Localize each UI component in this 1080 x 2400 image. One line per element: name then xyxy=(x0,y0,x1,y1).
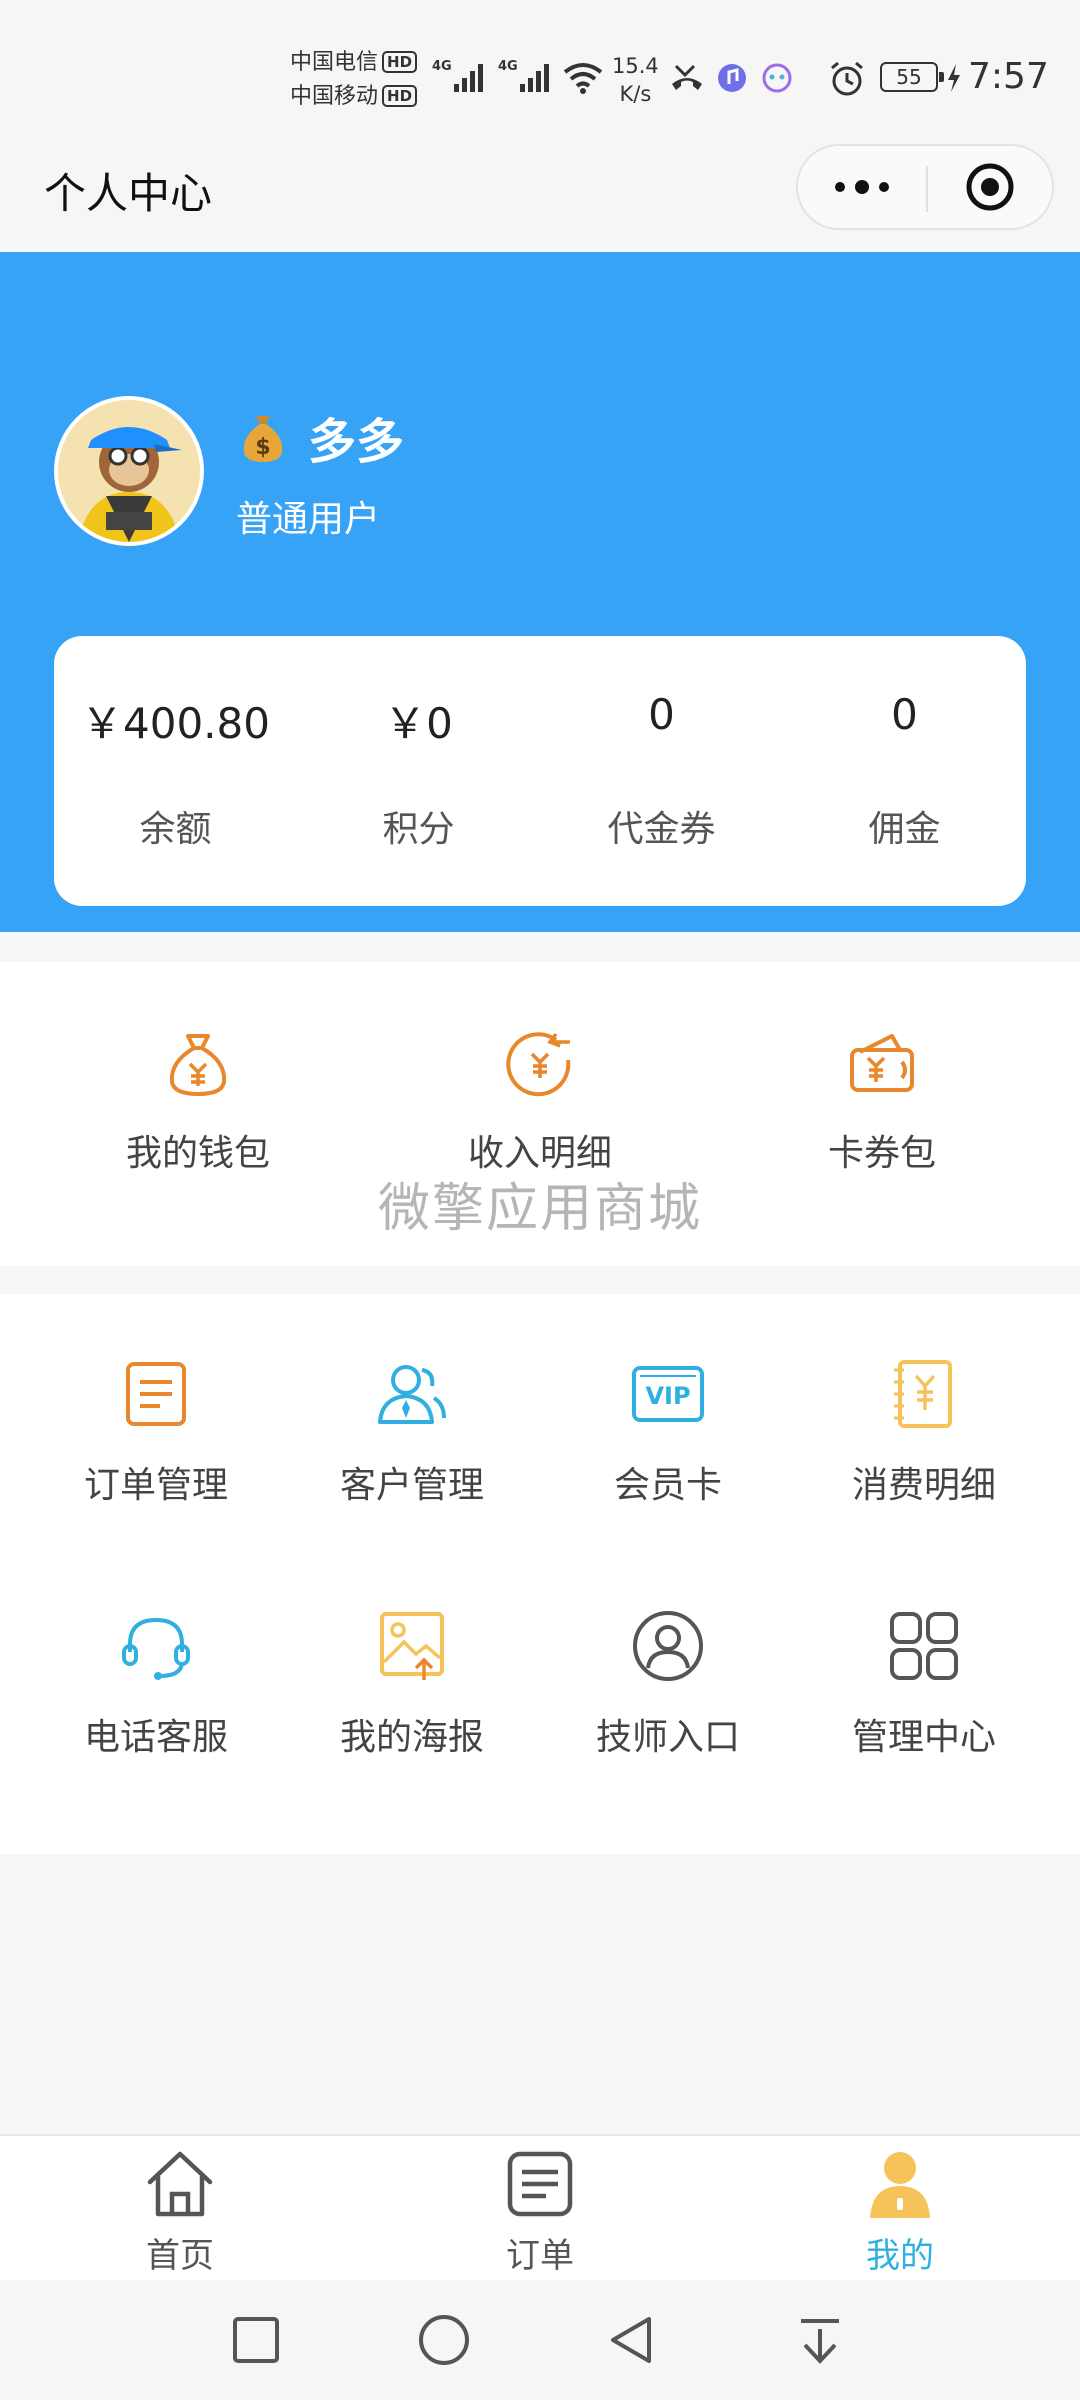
headset-icon xyxy=(122,1617,190,1680)
carrier-1: 中国电信 xyxy=(290,50,379,75)
avatar[interactable] xyxy=(54,396,204,546)
page-title: 个人中心 xyxy=(44,169,213,218)
money-bag-icon xyxy=(169,1034,227,1096)
hd-badge-1: HD xyxy=(382,51,418,73)
tab-bar: 首页 订单 我的 xyxy=(0,2134,1080,2280)
system-nav-bar xyxy=(0,2280,1080,2400)
home-nav-button[interactable] xyxy=(404,2300,484,2380)
coupon-wallet-icon xyxy=(850,1034,914,1092)
more-dots-icon xyxy=(835,180,889,194)
signal-icon-2: 4G xyxy=(498,59,549,92)
tool-my-poster[interactable]: 我的海报 xyxy=(284,1546,540,1786)
tool-label: 电话客服 xyxy=(83,1717,228,1758)
tab-label: 订单 xyxy=(506,2236,574,2276)
stat-label: 代金券 xyxy=(607,809,716,850)
watermark: 微擎应用商城 xyxy=(377,1179,702,1239)
close-button[interactable] xyxy=(928,146,1052,228)
speed-value: 15.4 xyxy=(612,54,659,78)
tool-technician-entry[interactable]: 技师入口 xyxy=(540,1546,796,1786)
stat-balance[interactable]: ￥400.80 余额 xyxy=(54,636,297,906)
svg-text:VIP: VIP xyxy=(645,1382,690,1410)
tab-home[interactable]: 首页 xyxy=(0,2136,360,2282)
recent-apps-button[interactable] xyxy=(216,2300,296,2380)
carrier-2: 中国移动 xyxy=(290,84,379,109)
tool-customer-management[interactable]: 客户管理 xyxy=(284,1294,540,1534)
tools-section: 订单管理 客户管理 VIP 会员卡 消费明细 电话客服 我的海报 技师入口 管理… xyxy=(0,1294,1080,1854)
customers-icon xyxy=(378,1365,446,1424)
home-icon xyxy=(147,2151,213,2217)
missed-call-icon xyxy=(672,64,702,90)
tool-label: 技师入口 xyxy=(595,1717,740,1758)
tab-label: 首页 xyxy=(146,2236,214,2276)
monkey-avatar-icon xyxy=(58,400,200,542)
network-type-2: 4G xyxy=(498,59,518,74)
stat-label: 积分 xyxy=(382,809,455,850)
tab-orders[interactable]: 订单 xyxy=(360,2136,720,2282)
tool-label: 管理中心 xyxy=(851,1717,996,1758)
tool-phone-support[interactable]: 电话客服 xyxy=(28,1546,284,1786)
user-name-row: $ 多多 xyxy=(236,402,404,472)
back-triangle-icon xyxy=(611,2317,651,2363)
stat-value: 0 xyxy=(648,690,675,739)
tool-consumption-detail[interactable]: 消费明细 xyxy=(796,1294,1052,1534)
signal-icon-1: 4G xyxy=(432,59,483,92)
vip-card-icon: VIP xyxy=(632,1366,704,1422)
money-bag-emoji-icon: $ xyxy=(243,416,283,462)
consumption-icon xyxy=(894,1360,952,1428)
stats-card: ￥400.80 余额 ￥0 积分 0 代金券 0 佣金 xyxy=(54,636,1026,906)
mini-program-capsule xyxy=(796,144,1054,230)
stat-label: 佣金 xyxy=(868,809,941,850)
carrier-info: 中国电信 HD 中国移动 HD xyxy=(290,46,418,114)
tool-management-center[interactable]: 管理中心 xyxy=(796,1546,1052,1786)
user-circle-icon xyxy=(633,1611,703,1681)
tool-label: 消费明细 xyxy=(851,1465,996,1506)
tool-label: 我的海报 xyxy=(339,1717,484,1758)
notification-pull-button[interactable] xyxy=(780,2300,860,2380)
clock: 7:57 xyxy=(968,56,1049,97)
wifi-icon xyxy=(563,63,603,94)
stat-vouchers[interactable]: 0 代金券 xyxy=(540,636,783,906)
stat-value: ￥400.80 xyxy=(81,699,270,748)
tab-mine[interactable]: 我的 xyxy=(720,2136,1080,2282)
tool-order-management[interactable]: 订单管理 xyxy=(28,1294,284,1534)
page-header: 个人中心 xyxy=(0,140,1080,252)
target-close-icon xyxy=(966,163,1014,211)
status-bar: 中国电信 HD 中国移动 HD 4G 4G 15.4 K/s 55 7:57 xyxy=(0,0,1080,140)
charging-icon xyxy=(948,64,960,92)
stat-value: 0 xyxy=(891,690,918,739)
stat-label: 余额 xyxy=(139,809,212,850)
order-icon xyxy=(507,2151,573,2217)
stat-points[interactable]: ￥0 积分 xyxy=(297,636,540,906)
circle-icon xyxy=(419,2315,469,2365)
user-role: 普通用户 xyxy=(236,499,381,540)
speed-unit: K/s xyxy=(619,82,652,106)
alarm-icon xyxy=(831,61,863,96)
tool-label: 会员卡 xyxy=(613,1465,722,1506)
back-nav-button[interactable] xyxy=(592,2300,672,2380)
poster-icon xyxy=(380,1612,444,1680)
user-name: 多多 xyxy=(308,414,405,470)
income-icon xyxy=(506,1032,571,1097)
order-doc-icon xyxy=(126,1362,186,1426)
profile-section: $ 多多 普通用户 ￥400.80 余额 ￥0 积分 0 代金券 0 佣金 xyxy=(0,252,1080,932)
more-button[interactable] xyxy=(798,146,926,228)
hd-badge-2: HD xyxy=(382,85,418,107)
chat-app-icon xyxy=(762,63,792,93)
stat-commission[interactable]: 0 佣金 xyxy=(783,636,1026,906)
grid-icon xyxy=(890,1612,958,1680)
square-icon xyxy=(233,2317,279,2363)
tab-label: 我的 xyxy=(866,2236,934,2276)
network-type-1: 4G xyxy=(432,59,452,74)
stat-value: ￥0 xyxy=(384,699,453,748)
tool-label: 客户管理 xyxy=(339,1465,484,1506)
music-app-icon xyxy=(718,64,746,92)
battery-indicator: 55 xyxy=(880,62,944,92)
tool-vip-card[interactable]: VIP 会员卡 xyxy=(540,1294,796,1534)
pull-down-icon xyxy=(801,2319,839,2364)
user-icon xyxy=(870,2152,930,2218)
tool-label: 订单管理 xyxy=(83,1465,228,1506)
svg-text:$: $ xyxy=(255,435,270,460)
network-speed: 15.4 K/s xyxy=(612,52,659,108)
